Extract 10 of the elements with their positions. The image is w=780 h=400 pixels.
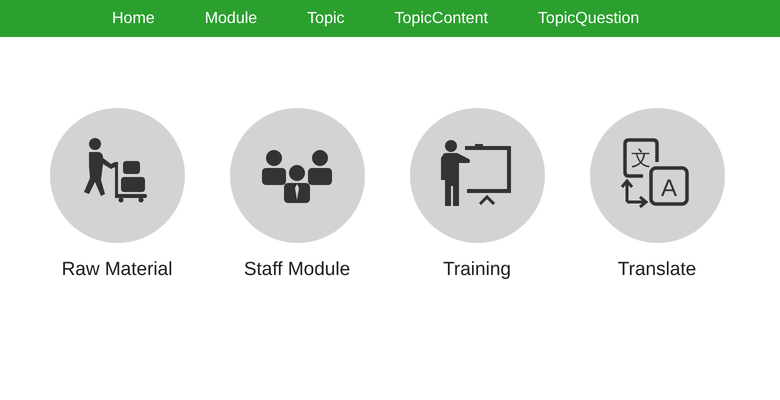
- tile-label: Raw Material: [62, 259, 172, 281]
- nav-link[interactable]: Topic: [307, 10, 345, 28]
- tile-label: Staff Module: [244, 259, 350, 281]
- nav-link[interactable]: Home: [112, 10, 155, 28]
- nav-link[interactable]: TopicQuestion: [538, 10, 640, 28]
- nav-link[interactable]: Module: [204, 10, 258, 28]
- tile-circle[interactable]: 文 A: [590, 108, 724, 243]
- tile-label: Translate: [618, 259, 696, 281]
- tile-label: Training: [443, 259, 511, 281]
- nav-link[interactable]: TopicContent: [394, 10, 488, 28]
